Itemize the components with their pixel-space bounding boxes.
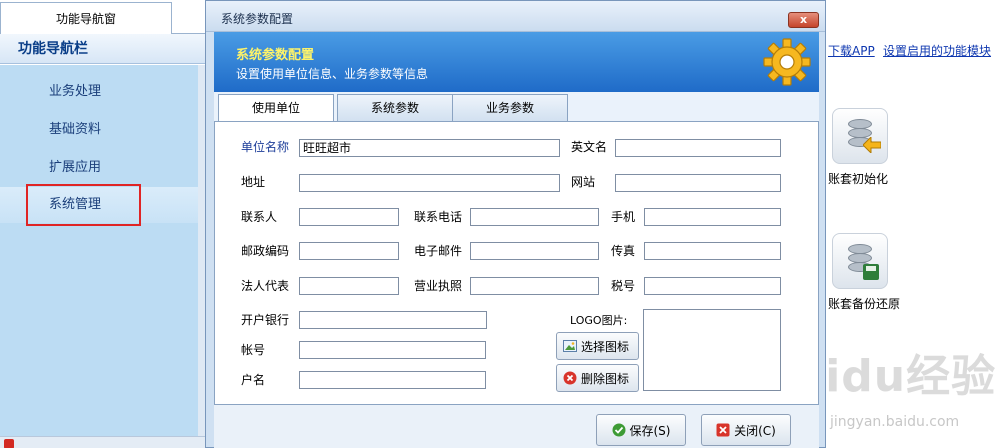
delete-logo-button[interactable]: 删除图标 — [556, 364, 639, 392]
address-field[interactable] — [299, 174, 560, 192]
save-label: 保存(S) — [629, 423, 671, 438]
navigation-panel: 功能导航窗 功能导航栏 业务处理 基础资料 扩展应用 系统管理 — [0, 0, 205, 448]
website-label: 网站 — [571, 175, 596, 189]
nav-item-extensions[interactable]: 扩展应用 — [0, 150, 198, 186]
account-field[interactable] — [299, 341, 486, 359]
close-label: 关闭(C) — [734, 423, 776, 438]
gear-icon — [763, 38, 811, 86]
tab-strip: 使用单位 系统参数 业务参数 — [214, 92, 819, 123]
tool-account-backup[interactable]: 账套备份还原 — [828, 233, 900, 311]
bank-field[interactable] — [299, 311, 487, 329]
unit-name-field[interactable]: 旺旺超市 — [299, 139, 560, 157]
save-disk-icon — [863, 264, 879, 280]
tab-navigation-window[interactable]: 功能导航窗 — [0, 2, 172, 35]
banner-subtitle: 设置使用单位信息、业务参数等信息 — [236, 67, 429, 81]
tax-no-field[interactable] — [644, 277, 781, 295]
phone-label: 联系电话 — [414, 210, 463, 224]
status-icon — [4, 439, 14, 448]
phone-field[interactable] — [470, 208, 599, 226]
tool-label: 账套备份还原 — [828, 297, 901, 311]
contact-field[interactable] — [299, 208, 399, 226]
email-field[interactable] — [470, 242, 599, 260]
logo-preview — [643, 309, 781, 391]
nav-item-basic-data[interactable]: 基础资料 — [0, 112, 198, 148]
banner-title: 系统参数配置 — [236, 48, 315, 63]
arrow-left-icon — [863, 137, 881, 153]
tab-business-parameters[interactable]: 业务参数 — [452, 94, 568, 122]
configure-modules-link[interactable]: 设置启用的功能模块 — [883, 42, 991, 59]
close-button[interactable]: 关闭(C) — [701, 414, 791, 446]
mobile-label: 手机 — [611, 210, 636, 224]
legal-rep-field[interactable] — [299, 277, 399, 295]
bottom-status-strip — [0, 436, 205, 448]
close-icon[interactable]: x — [788, 12, 819, 28]
contact-label: 联系人 — [241, 210, 278, 224]
nav-tab-strip: 功能导航窗 — [0, 0, 205, 35]
nav-header: 功能导航栏 — [0, 34, 205, 64]
nav-item-business[interactable]: 业务处理 — [0, 74, 198, 110]
fax-label: 传真 — [611, 244, 636, 258]
email-label: 电子邮件 — [414, 244, 463, 258]
english-name-field[interactable] — [615, 139, 781, 157]
website-field[interactable] — [615, 174, 781, 192]
close-x-icon — [716, 423, 730, 437]
account-label: 帐号 — [241, 343, 266, 357]
bank-label: 开户银行 — [241, 313, 290, 327]
tab-using-unit[interactable]: 使用单位 — [218, 94, 334, 123]
select-logo-button[interactable]: 选择图标 — [556, 332, 639, 360]
license-field[interactable] — [470, 277, 599, 295]
highlight-box — [26, 184, 141, 226]
postcode-field[interactable] — [299, 242, 399, 260]
tool-account-init[interactable]: 账套初始化 — [828, 108, 890, 186]
dialog-banner: 系统参数配置 设置使用单位信息、业务参数等信息 — [214, 32, 819, 92]
download-app-link[interactable]: 下载APP — [828, 42, 875, 59]
database-restore-icon — [832, 108, 888, 164]
select-logo-label: 选择图标 — [581, 339, 630, 354]
english-name-label: 英文名 — [571, 140, 608, 154]
account-name-field[interactable] — [299, 371, 486, 389]
tool-label: 账套初始化 — [828, 172, 889, 186]
postcode-label: 邮政编码 — [241, 244, 290, 258]
legal-rep-label: 法人代表 — [241, 279, 290, 293]
mobile-field[interactable] — [644, 208, 781, 226]
dialog-footer: 保存(S) 关闭(C) — [214, 405, 819, 448]
logo-label: LOGO图片: — [570, 314, 628, 327]
save-button[interactable]: 保存(S) — [596, 414, 686, 446]
tax-no-label: 税号 — [611, 279, 636, 293]
address-label: 地址 — [241, 175, 266, 189]
nav-scrollbar[interactable] — [198, 65, 205, 436]
delete-icon — [563, 371, 577, 385]
system-parameters-dialog: 系统参数配置 x 系统参数配置 设置使用单位信息、业务参数等信息 使用单位 系统… — [205, 0, 826, 448]
dialog-titlebar[interactable]: 系统参数配置 x — [206, 1, 825, 32]
dialog-title: 系统参数配置 — [221, 12, 294, 26]
nav-body: 业务处理 基础资料 扩展应用 系统管理 — [0, 65, 198, 436]
picture-icon — [563, 340, 577, 352]
top-links: 下载APP 设置启用的功能模块 — [826, 36, 1006, 64]
watermark-url: jingyan.baidu.com — [830, 414, 960, 430]
fax-field[interactable] — [644, 242, 781, 260]
delete-logo-label: 删除图标 — [581, 371, 630, 386]
database-backup-icon — [832, 233, 888, 289]
unit-name-label: 单位名称 — [241, 140, 290, 154]
account-name-label: 户名 — [241, 373, 266, 387]
tab-content-using-unit: 单位名称 旺旺超市 英文名 地址 网站 联系人 联系电话 手机 邮政编码 电子邮… — [214, 121, 819, 405]
tab-system-parameters[interactable]: 系统参数 — [337, 94, 453, 122]
license-label: 营业执照 — [414, 279, 463, 293]
check-icon — [612, 423, 625, 437]
